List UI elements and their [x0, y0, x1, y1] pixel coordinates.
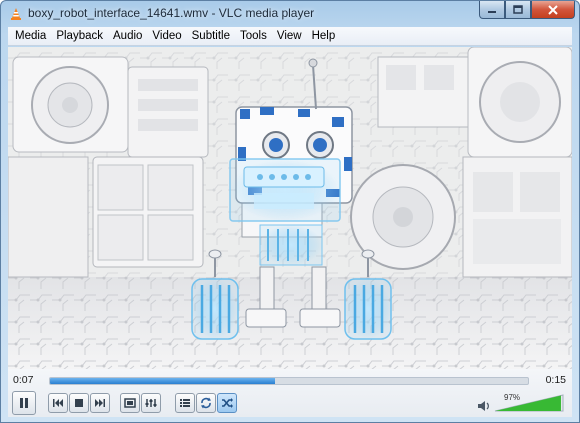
extended-settings-button[interactable] — [141, 393, 161, 413]
speaker-icon[interactable] — [477, 399, 491, 413]
playlist-icon — [180, 399, 190, 407]
menu-media[interactable]: Media — [10, 27, 51, 46]
shuffle-icon — [222, 398, 233, 408]
next-button[interactable] — [90, 393, 110, 413]
elapsed-time: 0:07 — [13, 374, 34, 386]
random-button[interactable] — [217, 393, 237, 413]
next-icon — [95, 399, 105, 407]
caption-buttons — [479, 1, 575, 20]
fullscreen-button[interactable] — [120, 393, 140, 413]
title-bar[interactable]: boxy_robot_interface_14641.wmv - VLC med… — [1, 1, 579, 27]
loop-icon — [201, 397, 211, 409]
volume-slider[interactable] — [494, 394, 564, 412]
menu-playback[interactable]: Playback — [51, 27, 108, 46]
maximize-button[interactable] — [505, 1, 531, 19]
total-time: 0:15 — [545, 374, 566, 386]
vlc-window: boxy_robot_interface_14641.wmv - VLC med… — [0, 0, 580, 423]
seek-bar[interactable] — [49, 377, 529, 385]
playlist-button[interactable] — [175, 393, 195, 413]
video-frame — [8, 47, 572, 369]
video-area[interactable] — [8, 47, 572, 369]
pause-icon — [20, 398, 28, 408]
close-button[interactable] — [531, 1, 575, 19]
stop-button[interactable] — [69, 393, 89, 413]
seek-progress — [50, 378, 275, 384]
window-title: boxy_robot_interface_14641.wmv - VLC med… — [28, 6, 315, 20]
minimize-icon — [488, 10, 496, 13]
menu-subtitle[interactable]: Subtitle — [187, 27, 235, 46]
control-bar: 0:07 0:15 97% — [8, 369, 572, 417]
vlc-cone-icon — [11, 8, 21, 20]
menu-bar: Media Playback Audio Video Subtitle Tool… — [8, 27, 572, 46]
menu-video[interactable]: Video — [147, 27, 186, 46]
close-icon — [548, 4, 558, 15]
menu-view[interactable]: View — [272, 27, 307, 46]
previous-button[interactable] — [48, 393, 68, 413]
menu-tools[interactable]: Tools — [235, 27, 272, 46]
minimize-button[interactable] — [479, 1, 505, 19]
stop-icon — [75, 399, 83, 407]
play-pause-button[interactable] — [12, 391, 36, 415]
menu-help[interactable]: Help — [307, 27, 341, 46]
loop-button[interactable] — [196, 393, 216, 413]
maximize-icon — [513, 5, 523, 14]
previous-icon — [53, 399, 63, 407]
fullscreen-icon — [124, 398, 136, 408]
extended-settings-icon — [145, 399, 157, 407]
menu-audio[interactable]: Audio — [108, 27, 147, 46]
